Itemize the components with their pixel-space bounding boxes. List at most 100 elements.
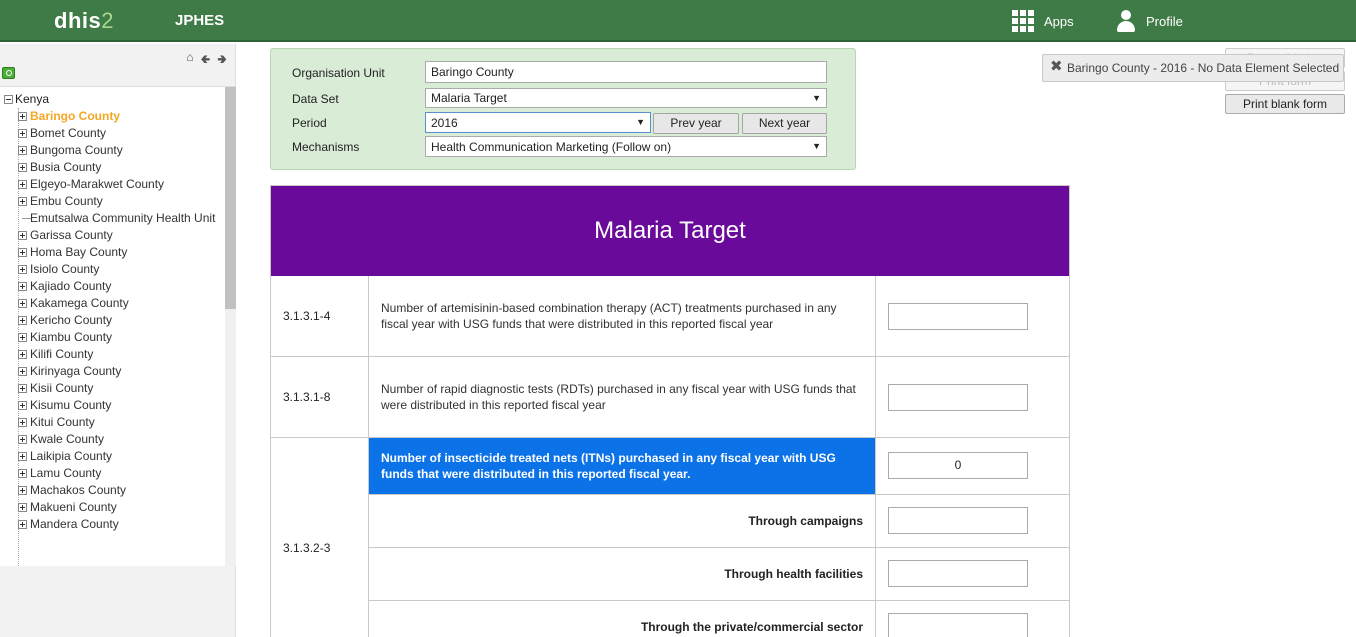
value-input[interactable]	[888, 384, 1028, 411]
expand-icon[interactable]	[18, 248, 27, 257]
expand-icon[interactable]	[18, 350, 27, 359]
close-icon[interactable]: ✖	[1050, 59, 1063, 75]
tree-item-label: Machakos County	[30, 483, 127, 497]
arrow-left-icon[interactable]: 🢀	[201, 50, 211, 71]
tree-item[interactable]: Kajiado County	[4, 278, 215, 295]
expand-icon[interactable]	[18, 316, 27, 325]
period-label: Period	[292, 116, 327, 130]
dhis2-logo[interactable]: dhis2	[54, 8, 114, 34]
tree-item[interactable]: Kirinyaga County	[4, 363, 215, 380]
tree-item[interactable]: Kilifi County	[4, 346, 215, 363]
row-code: 3.1.3.1-4	[271, 276, 369, 357]
tree-item[interactable]: Busia County	[4, 159, 215, 176]
tree-root[interactable]: Kenya Baringo County Bomet County Bungoma …	[4, 91, 215, 533]
tree-item[interactable]: Emutsalwa Community Health Unit	[4, 210, 215, 227]
value-input[interactable]	[888, 303, 1028, 330]
selection-panel: Organisation Unit Baringo County Data Se…	[270, 48, 856, 170]
tree-item-label: Baringo County	[30, 109, 120, 123]
value-input[interactable]	[888, 507, 1028, 534]
tree-item-label: Garissa County	[30, 228, 113, 242]
expand-icon[interactable]	[18, 299, 27, 308]
row-code: 3.1.3.1-8	[271, 357, 369, 438]
tree-item[interactable]: Baringo County	[4, 108, 215, 125]
expand-icon[interactable]	[18, 503, 27, 512]
value-cell	[876, 276, 1069, 357]
tree-item-label: Bomet County	[30, 126, 107, 140]
tree-leaf-connector	[22, 218, 31, 219]
prev-year-button[interactable]: Prev year	[653, 113, 739, 134]
dataset-select[interactable]: Malaria Target	[425, 88, 827, 108]
tree-item-label: Kiambu County	[30, 330, 113, 344]
expand-icon[interactable]	[18, 129, 27, 138]
expand-icon[interactable]	[18, 265, 27, 274]
value-input[interactable]	[888, 560, 1028, 587]
profile-menu[interactable]: Profile	[1116, 9, 1183, 33]
tree-item[interactable]: Kericho County	[4, 312, 215, 329]
expand-icon[interactable]	[18, 418, 27, 427]
row-description-highlighted: Number of insecticide treated nets (ITNs…	[369, 438, 876, 495]
tree-item[interactable]: Kiambu County	[4, 329, 215, 346]
tree-item[interactable]: Bungoma County	[4, 142, 215, 159]
tree-item-label: Kajiado County	[30, 279, 112, 293]
expand-icon[interactable]	[18, 282, 27, 291]
expand-icon[interactable]	[18, 486, 27, 495]
dataset-label: Data Set	[292, 92, 339, 106]
scrollbar-thumb[interactable]	[225, 87, 236, 309]
print-blank-form-button[interactable]: Print blank form	[1225, 94, 1345, 114]
tree-item[interactable]: Makueni County	[4, 499, 215, 516]
collapse-icon[interactable]	[4, 95, 13, 104]
tree-item-label: Kitui County	[30, 415, 95, 429]
tree-item[interactable]: Kitui County	[4, 414, 215, 431]
tree-item[interactable]: Homa Bay County	[4, 244, 215, 261]
tree-scrollbar[interactable]	[225, 87, 236, 566]
tree-item[interactable]: Isiolo County	[4, 261, 215, 278]
tree-item-label: Mandera County	[30, 517, 119, 531]
tree-item-label: Kirinyaga County	[30, 364, 122, 378]
home-icon[interactable]: ⌂	[186, 50, 193, 71]
expand-icon[interactable]	[18, 146, 27, 155]
apps-grid-icon	[1012, 10, 1034, 32]
expand-icon[interactable]	[18, 469, 27, 478]
tree-item[interactable]: Kisumu County	[4, 397, 215, 414]
tree-item[interactable]: Laikipia County	[4, 448, 215, 465]
expand-icon[interactable]	[18, 180, 27, 189]
tree-item[interactable]: Kakamega County	[4, 295, 215, 312]
tree-item[interactable]: Bomet County	[4, 125, 215, 142]
expand-icon[interactable]	[18, 163, 27, 172]
tree-item[interactable]: Kisii County	[4, 380, 215, 397]
expand-icon[interactable]	[18, 197, 27, 206]
arrow-right-icon[interactable]: 🢂	[217, 50, 227, 71]
tree-item[interactable]: Machakos County	[4, 482, 215, 499]
expand-icon[interactable]	[18, 333, 27, 342]
tree-item-label: Kwale County	[30, 432, 105, 446]
value-input[interactable]	[888, 613, 1028, 637]
expand-icon[interactable]	[18, 367, 27, 376]
next-year-button[interactable]: Next year	[742, 113, 827, 134]
search-icon[interactable]	[2, 67, 15, 79]
tree-item[interactable]: Kwale County	[4, 431, 215, 448]
tree-item[interactable]: Mandera County	[4, 516, 215, 533]
org-unit-sidebar: ⌂ 🢀 🢂 Kenya Baringo County Bomet County Bu…	[0, 44, 236, 637]
expand-icon[interactable]	[18, 231, 27, 240]
expand-icon[interactable]	[18, 435, 27, 444]
expand-icon[interactable]	[18, 384, 27, 393]
tree-item[interactable]: Elgeyo-Marakwet County	[4, 176, 215, 193]
tree-item-label: Homa Bay County	[30, 245, 128, 259]
expand-icon[interactable]	[18, 112, 27, 121]
value-cell	[876, 548, 1069, 601]
expand-icon[interactable]	[18, 520, 27, 529]
tree-item[interactable]: Garissa County	[4, 227, 215, 244]
value-input[interactable]: 0	[888, 452, 1028, 479]
tree-item[interactable]: Embu County	[4, 193, 215, 210]
mechanisms-label: Mechanisms	[292, 140, 360, 154]
expand-icon[interactable]	[18, 452, 27, 461]
sub-row-label: Through campaigns	[369, 495, 876, 548]
apps-menu[interactable]: Apps	[1012, 9, 1074, 33]
period-select[interactable]: 2016	[425, 112, 651, 133]
org-unit-field[interactable]: Baringo County	[425, 61, 827, 83]
tree-item-label: Busia County	[30, 160, 102, 174]
tree-item[interactable]: Lamu County	[4, 465, 215, 482]
form-title: Malaria Target	[271, 186, 1069, 276]
mechanisms-select[interactable]: Health Communication Marketing (Follow o…	[425, 136, 827, 157]
expand-icon[interactable]	[18, 401, 27, 410]
